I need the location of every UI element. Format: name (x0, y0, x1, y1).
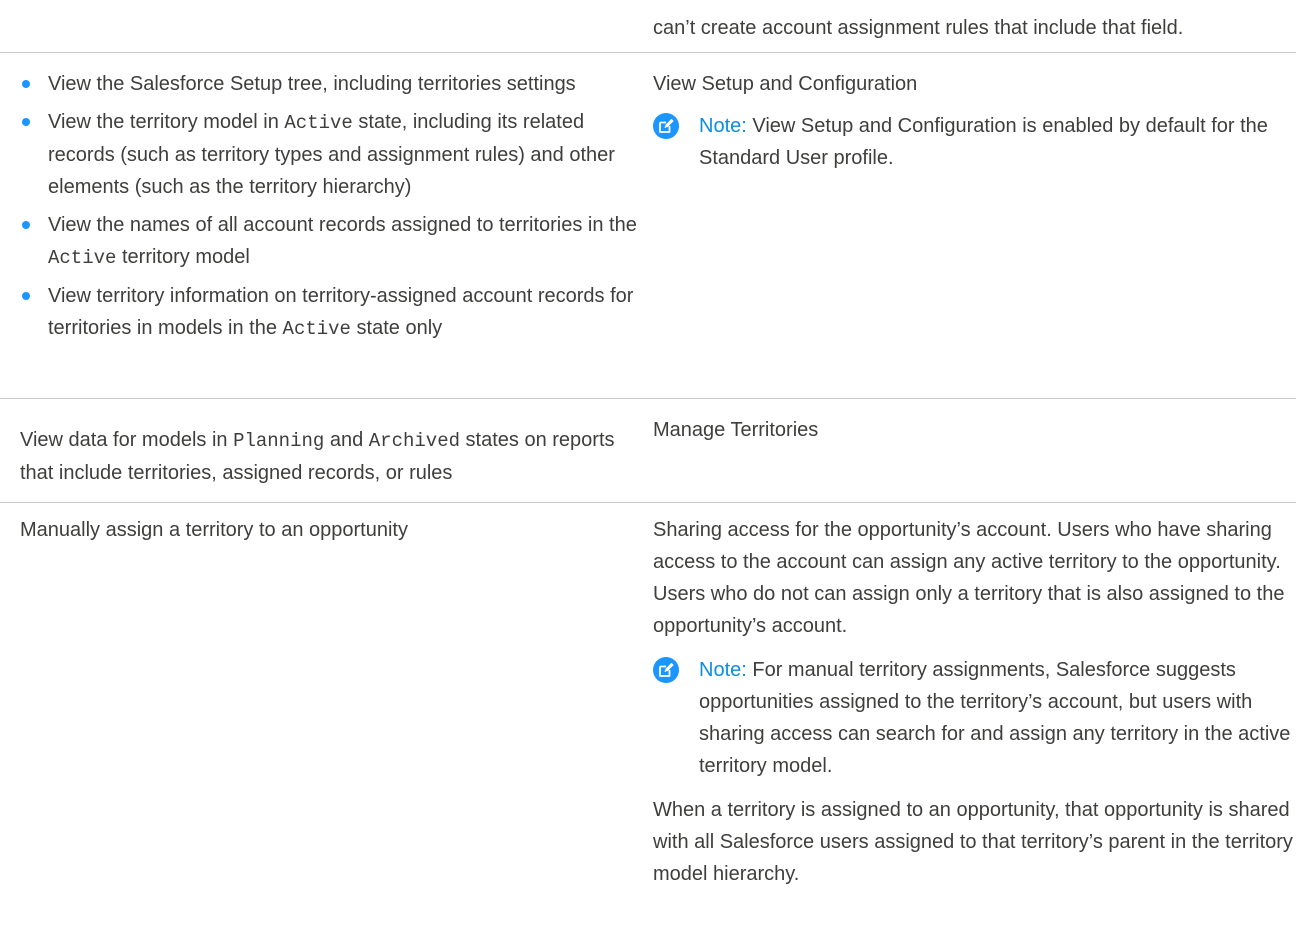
permission-cell: View Setup and Configuration Note: View … (653, 68, 1293, 174)
bullet-text: View the Salesforce Setup tree, includin… (48, 73, 576, 95)
note-edit-icon (653, 657, 679, 683)
task-bullet-item: View the Salesforce Setup tree, includin… (20, 68, 644, 100)
state-code: Active (284, 112, 353, 134)
note-text: View Setup and Configuration is enabled … (699, 115, 1268, 169)
top-fragment-text: can’t create account assignment rules th… (653, 17, 1184, 39)
state-archived-code: Archived (368, 430, 460, 452)
bullet-text: territory model (116, 246, 250, 268)
state-code: Active (48, 247, 117, 269)
task-cell: Manually assign a territory to an opport… (20, 514, 644, 546)
row-divider (0, 52, 1296, 53)
note-text: For manual territory assignments, Salesf… (699, 659, 1291, 777)
note-callout: Note: For manual territory assignments, … (653, 654, 1293, 782)
task-text: Manually assign a territory to an opport… (20, 519, 408, 541)
bullet-dot-icon (22, 221, 30, 229)
note-callout: Note: View Setup and Configuration is en… (653, 110, 1293, 174)
sharing-access-paragraph: Sharing access for the opportunity’s acc… (653, 519, 1285, 637)
task-cell: View the Salesforce Setup tree, includin… (20, 68, 644, 351)
bullet-text: View the territory model in (48, 111, 285, 133)
permission-text: Manage Territories (653, 419, 819, 441)
task-bullet-item: View territory information on territory-… (20, 280, 644, 345)
task-bullet-list: View the Salesforce Setup tree, includin… (20, 68, 644, 345)
state-code: Active (282, 318, 351, 340)
note-label: Note: (699, 115, 747, 137)
row-divider (0, 502, 1296, 503)
opportunity-sharing-paragraph: When a territory is assigned to an oppor… (653, 799, 1293, 885)
bullet-dot-icon (22, 292, 30, 300)
note-edit-icon (653, 113, 679, 139)
permission-cell: Manage Territories (653, 414, 1293, 446)
permission-cell: Sharing access for the opportunity’s acc… (653, 514, 1293, 890)
bullet-dot-icon (22, 80, 30, 88)
task-text: View data for models in Planning and Arc… (20, 429, 615, 484)
task-bullet-item: View the names of all account records as… (20, 209, 644, 274)
bullet-text: View the names of all account records as… (48, 214, 637, 236)
task-cell: View data for models in Planning and Arc… (20, 424, 644, 489)
bullet-text: state only (350, 317, 443, 339)
bullet-dot-icon (22, 118, 30, 126)
row-divider (0, 398, 1296, 399)
note-label: Note: (699, 659, 747, 681)
permission-text: View Setup and Configuration (653, 73, 918, 95)
state-planning-code: Planning (233, 430, 325, 452)
task-bullet-item: View the territory model in Active state… (20, 106, 644, 203)
